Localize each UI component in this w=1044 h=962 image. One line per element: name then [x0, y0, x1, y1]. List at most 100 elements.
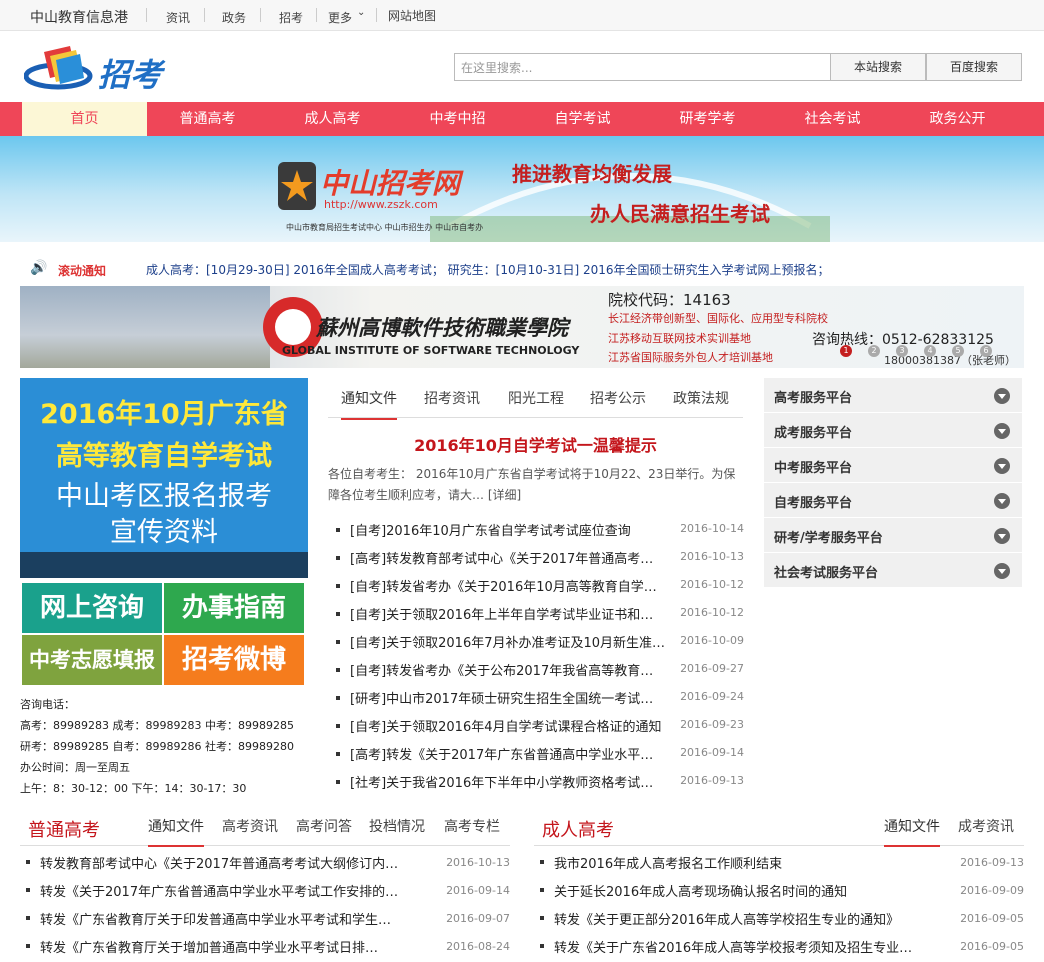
- tab-sunshine[interactable]: 阳光工程: [508, 388, 564, 408]
- expand-icon[interactable]: [994, 493, 1010, 509]
- tab-adult-news[interactable]: 成考资讯: [958, 816, 1014, 836]
- platform-self-study[interactable]: 自考服务平台: [764, 483, 1022, 518]
- slide-dot-6[interactable]: 6: [980, 345, 992, 357]
- platform-label: 高考服务平台: [774, 391, 853, 406]
- baidu-search-button[interactable]: 百度搜索: [926, 53, 1022, 81]
- platform-adult[interactable]: 成考服务平台: [764, 413, 1022, 448]
- slide-dot-5[interactable]: 5: [952, 345, 964, 357]
- news-row[interactable]: [自考]关于领取2016年7月补办准考证及10月新生准… 2016-10-09: [330, 630, 744, 658]
- news-row[interactable]: [自考]关于领取2016年4月自学考试课程合格证的通知 2016-09-23: [330, 714, 744, 742]
- tile-zhongkao-wish[interactable]: 中考志愿填报: [22, 635, 162, 685]
- slide-dot-2[interactable]: 2: [868, 345, 880, 357]
- tab-gaokao-notices[interactable]: 通知文件: [148, 816, 204, 847]
- news-title[interactable]: [自考]2016年10月广东省自学考试考试座位查询: [350, 520, 680, 539]
- news-title[interactable]: [研考]中山市2017年硕士研究生招生全国统一考试…: [350, 688, 680, 707]
- expand-icon[interactable]: [994, 528, 1010, 544]
- list-item[interactable]: 转发教育部考试中心《关于2017年普通高考考试大纲修订内… 2016-10-13: [20, 850, 510, 878]
- search-input[interactable]: 在这里搜索...: [454, 53, 831, 81]
- news-date: 2016-09-24: [680, 690, 744, 703]
- expand-icon[interactable]: [994, 458, 1010, 474]
- tab-gaokao-news[interactable]: 高考资讯: [222, 816, 278, 836]
- platform-graduate[interactable]: 研考/学考服务平台: [764, 518, 1022, 553]
- slide-dot-1[interactable]: 1: [840, 345, 852, 357]
- slide-dot-4[interactable]: 4: [924, 345, 936, 357]
- top-link-exam[interactable]: 招考: [279, 9, 303, 26]
- expand-icon[interactable]: [994, 423, 1010, 439]
- top-link-sitemap[interactable]: 网站地图: [388, 7, 436, 24]
- nav-gaokao[interactable]: 普通高考: [145, 102, 270, 136]
- news-title[interactable]: [社考]关于我省2016年下半年中小学教师资格考试…: [350, 772, 680, 791]
- news-title[interactable]: [高考]转发《关于2017年广东省普通高中学业水平…: [350, 744, 680, 763]
- platform-social[interactable]: 社会考试服务平台: [764, 553, 1022, 588]
- site-name[interactable]: 中山教育信息港: [30, 7, 128, 27]
- item-title[interactable]: 转发《关于2017年广东省普通高中学业水平考试工作安排的…: [40, 881, 420, 900]
- tab-public[interactable]: 招考公示: [590, 388, 646, 408]
- expand-icon[interactable]: [994, 563, 1010, 579]
- item-title[interactable]: 转发《关于更正部分2016年成人高等学校招生专业的通知》: [554, 909, 944, 928]
- item-title[interactable]: 转发《关于广东省2016年成人高等学校报考须知及招生专业…: [554, 937, 944, 956]
- news-title[interactable]: [自考]关于领取2016年4月自学考试课程合格证的通知: [350, 716, 680, 735]
- tile-online-consult[interactable]: 网上咨询: [22, 583, 162, 633]
- headline[interactable]: 2016年10月自学考试一温馨提示: [328, 432, 743, 456]
- expand-icon[interactable]: [994, 388, 1010, 404]
- news-title[interactable]: [高考]转发教育部考试中心《关于2017年普通高考…: [350, 548, 680, 567]
- tile-guide[interactable]: 办事指南: [164, 583, 304, 633]
- nav-home[interactable]: 首页: [22, 102, 147, 136]
- nav-adult[interactable]: 成人高考: [270, 102, 395, 136]
- tab-gaokao-column[interactable]: 高考专栏: [444, 816, 500, 836]
- list-item[interactable]: 转发《关于广东省2016年成人高等学校报考须知及招生专业… 2016-09-05: [534, 934, 1024, 962]
- nav-self-study[interactable]: 自学考试: [520, 102, 645, 136]
- tile-weibo[interactable]: 招考微博: [164, 635, 304, 685]
- bullet: [336, 780, 340, 784]
- news-date: 2016-10-14: [680, 522, 744, 535]
- platform-gaokao[interactable]: 高考服务平台: [764, 378, 1022, 413]
- notice-text[interactable]: 成人高考：[10月29-30日] 2016年全国成人高考考试； 研究生：[10月…: [146, 261, 830, 278]
- list-item[interactable]: 关于延长2016年成人高考现场确认报名时间的通知 2016-09-09: [534, 878, 1024, 906]
- tab-notices[interactable]: 通知文件: [341, 388, 397, 420]
- tab-policy[interactable]: 政策法规: [673, 388, 729, 408]
- nav-zhongkao[interactable]: 中考中招: [395, 102, 520, 136]
- top-link-gov[interactable]: 政务: [222, 9, 246, 26]
- item-title[interactable]: 关于延长2016年成人高考现场确认报名时间的通知: [554, 881, 944, 900]
- tab-exam-news[interactable]: 招考资讯: [424, 388, 480, 408]
- platform-zhongkao[interactable]: 中考服务平台: [764, 448, 1022, 483]
- item-title[interactable]: 转发教育部考试中心《关于2017年普通高考考试大纲修订内…: [40, 853, 420, 872]
- news-title[interactable]: [自考]关于领取2016年7月补办准考证及10月新生准…: [350, 632, 680, 651]
- news-row[interactable]: [自考]关于领取2016年上半年自学考试毕业证书和… 2016-10-12: [330, 602, 744, 630]
- logo-icon[interactable]: [24, 42, 96, 92]
- top-link-news[interactable]: 资讯: [166, 9, 190, 26]
- news-row[interactable]: [自考]2016年10月广东省自学考试考试座位查询 2016-10-14: [330, 518, 744, 546]
- list-item[interactable]: 转发《关于2017年广东省普通高中学业水平考试工作安排的… 2016-09-14: [20, 878, 510, 906]
- tab-adult-notices[interactable]: 通知文件: [884, 816, 940, 847]
- item-title[interactable]: 转发《广东省教育厅关于印发普通高中学业水平考试和学生…: [40, 909, 420, 928]
- chevron-down-icon[interactable]: ⌄: [357, 7, 365, 18]
- news-row[interactable]: [高考]转发《关于2017年广东省普通高中学业水平… 2016-09-14: [330, 742, 744, 770]
- logo-text[interactable]: 招考: [98, 50, 162, 96]
- top-link-more[interactable]: 更多: [328, 9, 352, 26]
- site-search-button[interactable]: 本站搜索: [830, 53, 926, 81]
- nav-graduate[interactable]: 研考学考: [645, 102, 770, 136]
- item-title[interactable]: 我市2016年成人高考报名工作顺利结束: [554, 853, 944, 872]
- news-row[interactable]: [高考]转发教育部考试中心《关于2017年普通高考… 2016-10-13: [330, 546, 744, 574]
- news-title[interactable]: [自考]转发省考办《关于公布2017年我省高等教育…: [350, 660, 680, 679]
- item-title[interactable]: 转发《广东省教育厅关于增加普通高中学业水平考试日排…: [40, 937, 420, 956]
- news-row[interactable]: [社考]关于我省2016年下半年中小学教师资格考试… 2016-09-13: [330, 770, 744, 798]
- nav-public[interactable]: 政务公开: [895, 102, 1020, 136]
- news-row[interactable]: [自考]转发省考办《关于2016年10月高等教育自学… 2016-10-12: [330, 574, 744, 602]
- news-row[interactable]: [自考]转发省考办《关于公布2017年我省高等教育… 2016-09-27: [330, 658, 744, 686]
- news-title[interactable]: [自考]转发省考办《关于2016年10月高等教育自学…: [350, 576, 680, 595]
- nav-social[interactable]: 社会考试: [770, 102, 895, 136]
- tab-gaokao-qa[interactable]: 高考问答: [296, 816, 352, 836]
- slide-dot-3[interactable]: 3: [896, 345, 908, 357]
- list-item[interactable]: 转发《广东省教育厅关于增加普通高中学业水平考试日排… 2016-08-24: [20, 934, 510, 962]
- list-item[interactable]: 转发《广东省教育厅关于印发普通高中学业水平考试和学生… 2016-09-07: [20, 906, 510, 934]
- news-date: 2016-10-09: [680, 634, 744, 647]
- headline-summary[interactable]: 各位自考考生： 2016年10月广东省自学考试将于10月22、23日举行。为保障…: [328, 464, 743, 506]
- news-row[interactable]: [研考]中山市2017年硕士研究生招生全国统一考试… 2016-09-24: [330, 686, 744, 714]
- list-item[interactable]: 我市2016年成人高考报名工作顺利结束 2016-09-13: [534, 850, 1024, 878]
- school-ad[interactable]: 蘇州高博軟件技術職業學院 GLOBAL INSTITUTE OF SOFTWAR…: [20, 286, 1024, 368]
- self-study-promo[interactable]: 2016年10月广东省 高等教育自学考试 中山考区报名报考 宣传资料: [20, 378, 308, 578]
- list-item[interactable]: 转发《关于更正部分2016年成人高等学校招生专业的通知》 2016-09-05: [534, 906, 1024, 934]
- tab-gaokao-admission[interactable]: 投档情况: [369, 816, 425, 836]
- news-title[interactable]: [自考]关于领取2016年上半年自学考试毕业证书和…: [350, 604, 680, 623]
